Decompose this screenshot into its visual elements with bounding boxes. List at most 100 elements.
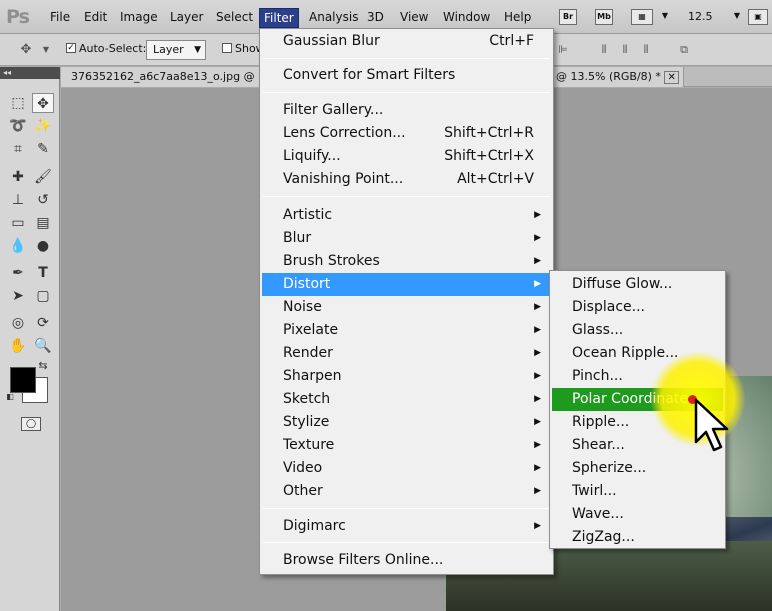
menu-item-noise[interactable]: Noise ▶ [262, 296, 551, 319]
pen-tool-icon[interactable]: ✒ [7, 263, 29, 283]
shortcut-label: Shift+Ctrl+X [444, 148, 534, 164]
menu-edit[interactable]: Edit [80, 8, 111, 28]
document-tab[interactable]: @ 13.5% (RGB/8) * ✕ [554, 67, 684, 87]
submenu-item-ocean-ripple[interactable]: Ocean Ripple... [552, 342, 723, 365]
menu-select[interactable]: Select [212, 8, 257, 28]
magic-wand-icon[interactable]: ✨ [32, 116, 54, 136]
lasso-tool-icon[interactable]: ➰ [7, 116, 29, 136]
swap-colors-icon[interactable]: ⇆ [36, 359, 50, 373]
marquee-tool-icon[interactable]: ⬚ [7, 93, 29, 113]
move-tool-icon[interactable]: ✥ [32, 93, 54, 113]
menu-item-liquify[interactable]: Liquify... Shift+Ctrl+X [262, 145, 551, 168]
submenu-item-displace[interactable]: Displace... [552, 296, 723, 319]
menu-item-filter-gallery[interactable]: Filter Gallery... [262, 99, 551, 122]
menu-analysis[interactable]: Analysis [305, 8, 362, 28]
submenu-arrow-icon: ▶ [534, 348, 541, 358]
menu-item-digimarc[interactable]: Digimarc ▶ [262, 515, 551, 538]
blur-tool-icon[interactable]: 💧 [7, 236, 29, 256]
submenu-arrow-icon: ▶ [534, 256, 541, 266]
path-selection-icon[interactable]: ➤ [7, 286, 29, 306]
menu-item-label: Render [283, 345, 333, 361]
dropdown-arrow-icon[interactable]: ▼ [656, 9, 674, 25]
foreground-color-swatch[interactable] [10, 367, 36, 393]
menu-item-label: Stylize [283, 414, 330, 430]
menu-help[interactable]: Help [500, 8, 535, 28]
align-icon[interactable]: ⊫ [555, 43, 571, 57]
clone-stamp-icon[interactable]: ⊥ [7, 190, 29, 210]
menu-item-vanishing-point[interactable]: Vanishing Point... Alt+Ctrl+V [262, 168, 551, 191]
submenu-item-glass[interactable]: Glass... [552, 319, 723, 342]
toolbox-collapse-bar[interactable]: ◂◂ [0, 67, 60, 79]
menu-item-sketch[interactable]: Sketch ▶ [262, 388, 551, 411]
distribute-icon[interactable]: ⫴ [638, 43, 654, 57]
menu-item-video[interactable]: Video ▶ [262, 457, 551, 480]
distribute-icon[interactable]: ⫴ [617, 43, 633, 57]
healing-brush-icon[interactable]: ✚ [7, 167, 29, 187]
menu-item-lens-correction[interactable]: Lens Correction... Shift+Ctrl+R [262, 122, 551, 145]
menu-item-artistic[interactable]: Artistic ▶ [262, 204, 551, 227]
menu-item-blur[interactable]: Blur ▶ [262, 227, 551, 250]
auto-select-checkbox[interactable]: ✓ [66, 43, 76, 53]
gradient-icon[interactable]: ▤ [32, 213, 54, 233]
menu-view[interactable]: View [396, 8, 432, 28]
submenu-item-wave[interactable]: Wave... [552, 503, 723, 526]
dodge-tool-icon[interactable]: ● [32, 236, 54, 256]
menu-filter[interactable]: Filter [259, 8, 299, 28]
view-extras-button[interactable]: ▦ [631, 9, 653, 25]
3d-orbit-icon[interactable]: ⟳ [32, 313, 54, 333]
menu-item-browse-filters-online[interactable]: Browse Filters Online... [262, 549, 551, 572]
submenu-item-twirl[interactable]: Twirl... [552, 480, 723, 503]
history-brush-icon[interactable]: ↺ [32, 190, 54, 210]
auto-select-target-dropdown[interactable]: Layer ▼ [146, 40, 206, 60]
menu-item-render[interactable]: Render ▶ [262, 342, 551, 365]
auto-align-icon[interactable]: ⧉ [676, 43, 692, 57]
menu-file[interactable]: File [46, 8, 74, 28]
mouse-pointer-icon [694, 398, 729, 452]
3d-rotate-icon[interactable]: ◎ [7, 313, 29, 333]
eyedropper-icon[interactable]: ✎ [32, 139, 54, 159]
mini-bridge-button[interactable]: Mb [595, 9, 613, 25]
menu-3d[interactable]: 3D [363, 8, 388, 28]
layer-select-value: Layer [153, 43, 184, 56]
menu-item-brush-strokes[interactable]: Brush Strokes ▶ [262, 250, 551, 273]
zoom-level[interactable]: 12.5 [688, 10, 713, 23]
submenu-arrow-icon: ▶ [534, 394, 541, 404]
submenu-item-diffuse-glow[interactable]: Diffuse Glow... [552, 273, 723, 296]
rectangle-tool-icon[interactable]: ▢ [32, 286, 54, 306]
menu-item-convert-smart-filters[interactable]: Convert for Smart Filters [262, 64, 551, 87]
dropdown-arrow-icon[interactable]: ▼ [728, 9, 746, 25]
submenu-item-pinch[interactable]: Pinch... [552, 365, 723, 388]
submenu-item-spherize[interactable]: Spherize... [552, 457, 723, 480]
menu-item-sharpen[interactable]: Sharpen ▶ [262, 365, 551, 388]
show-transform-checkbox[interactable] [222, 43, 232, 53]
menu-item-distort[interactable]: Distort ▶ [262, 273, 551, 296]
type-tool-icon[interactable]: T [32, 263, 54, 283]
menu-item-stylize[interactable]: Stylize ▶ [262, 411, 551, 434]
move-tool-icon[interactable]: ✥ [18, 43, 34, 57]
hand-tool-icon[interactable]: ✋ [7, 336, 29, 356]
menu-item-gaussian-blur[interactable]: Gaussian Blur Ctrl+F [262, 30, 551, 53]
menu-item-label: Video [283, 460, 323, 476]
menu-layer[interactable]: Layer [166, 8, 207, 28]
submenu-arrow-icon: ▶ [534, 440, 541, 450]
menu-item-texture[interactable]: Texture ▶ [262, 434, 551, 457]
tool-preset-dropdown-icon[interactable]: ▼ [38, 43, 54, 57]
submenu-item-zigzag[interactable]: ZigZag... [552, 526, 723, 549]
quick-mask-icon[interactable]: ◯ [21, 417, 41, 431]
bridge-button[interactable]: Br [559, 9, 577, 25]
menu-item-pixelate[interactable]: Pixelate ▶ [262, 319, 551, 342]
document-tab-label: @ 13.5% (RGB/8) * [556, 70, 661, 83]
close-icon[interactable]: ✕ [664, 71, 679, 84]
crop-tool-icon[interactable]: ⌗ [7, 139, 29, 159]
menu-item-label: Vanishing Point... [283, 171, 404, 187]
document-tab[interactable]: 376352162_a6c7aa8e13_o.jpg @ 1 [61, 67, 261, 87]
menu-image[interactable]: Image [116, 8, 162, 28]
brush-tool-icon[interactable]: 🖌 [32, 167, 54, 187]
menu-item-other[interactable]: Other ▶ [262, 480, 551, 503]
shortcut-label: Shift+Ctrl+R [444, 125, 534, 141]
zoom-tool-icon[interactable]: 🔍 [32, 336, 54, 356]
eraser-icon[interactable]: ▭ [7, 213, 29, 233]
menu-window[interactable]: Window [439, 8, 494, 28]
distribute-icon[interactable]: ⫴ [596, 43, 612, 57]
screen-mode-button[interactable]: ▣ [748, 9, 768, 25]
